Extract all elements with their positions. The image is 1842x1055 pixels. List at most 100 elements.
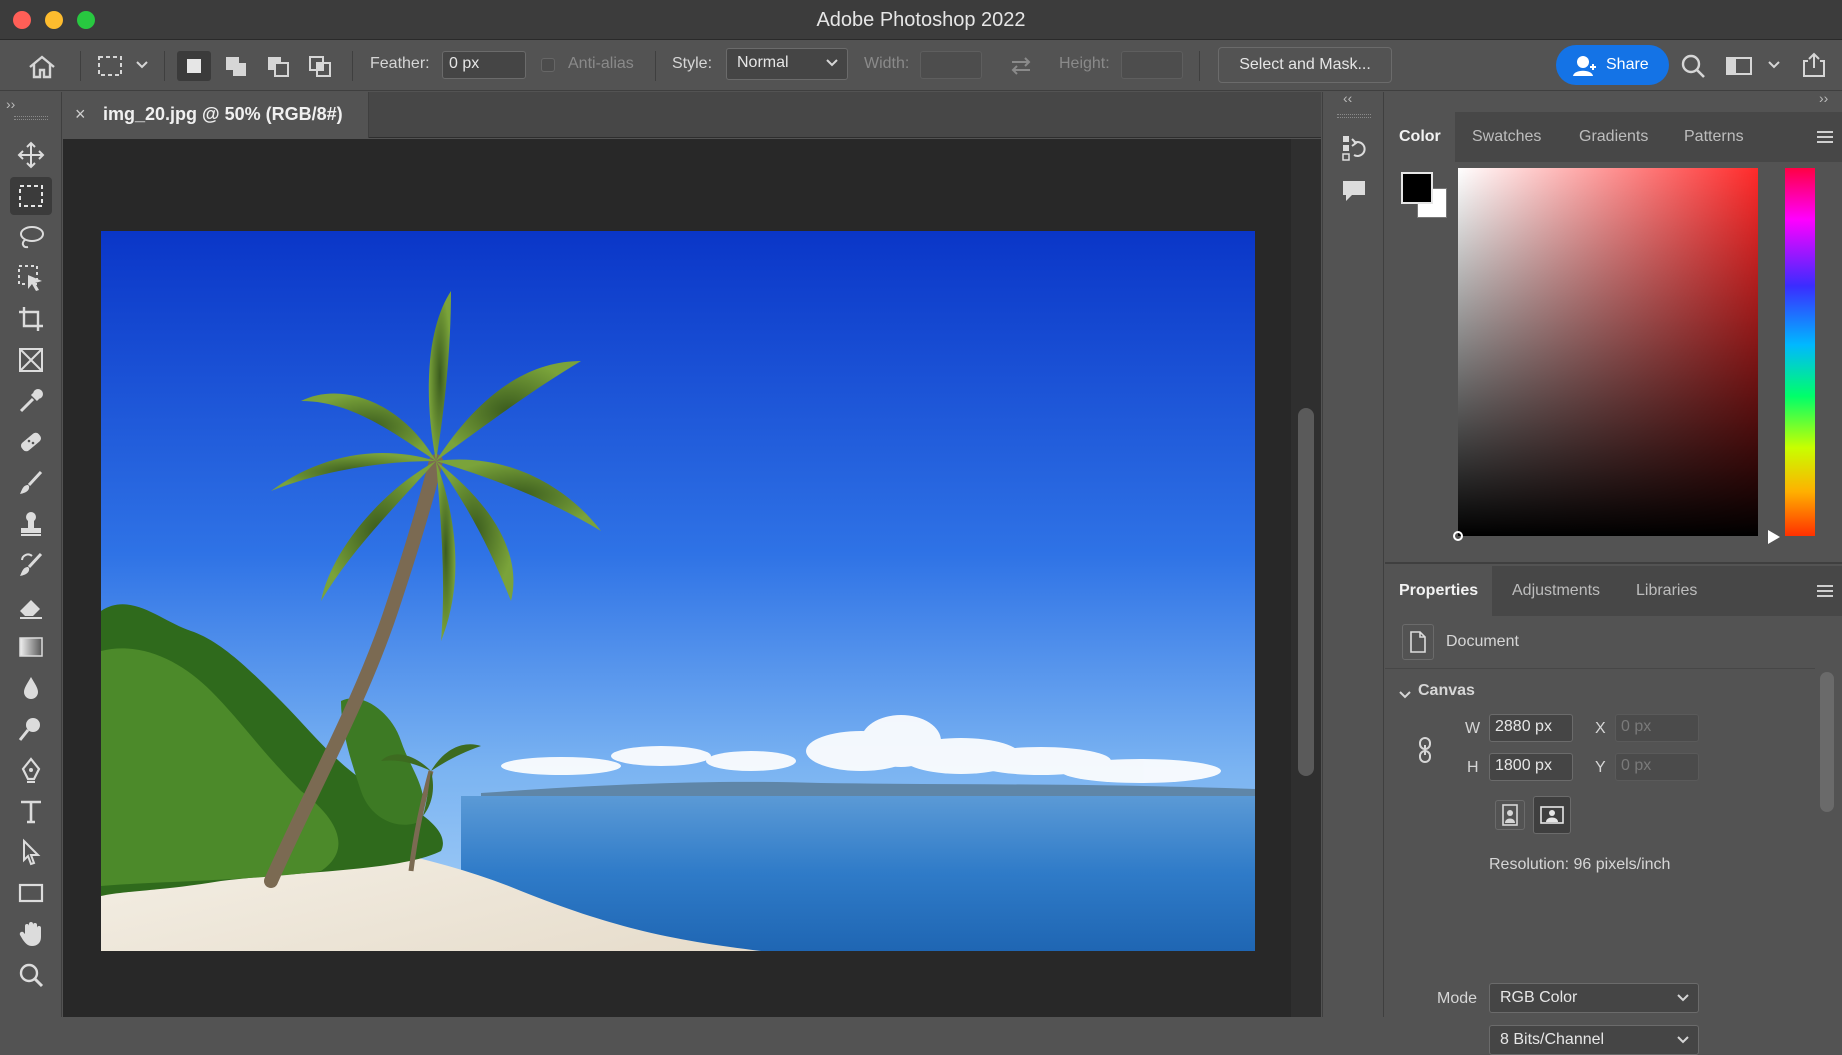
hue-slider-pointer[interactable] [1768,530,1780,544]
chevron-down-icon [1677,1036,1689,1044]
tab-adjustments[interactable]: Adjustments [1498,566,1614,616]
canvas-width-input[interactable]: 2880 px [1489,714,1573,742]
frame-tool-icon[interactable] [10,341,52,379]
panel-menu-icon[interactable] [1815,130,1835,144]
clone-stamp-tool-icon[interactable] [10,505,52,543]
tab-gradients[interactable]: Gradients [1565,112,1662,162]
chevron-down-icon [1677,994,1689,1002]
marquee-preset-icon[interactable] [96,53,124,79]
document-image[interactable] [101,231,1255,951]
color-picker-field[interactable] [1453,168,1758,541]
x-field-label: X [1595,720,1606,737]
hue-slider[interactable] [1785,168,1815,536]
expand-toolbar-icon[interactable]: ›› [6,96,15,112]
color-swatches [1401,172,1449,220]
bit-depth-select[interactable]: 8 Bits/Channel [1489,1025,1699,1055]
tab-patterns[interactable]: Patterns [1670,112,1758,162]
lasso-tool-icon[interactable] [10,218,52,256]
chevron-down-icon[interactable] [1766,57,1782,73]
separator [80,51,81,81]
canvas-height-input[interactable]: 1800 px [1489,753,1573,781]
zoom-tool-icon[interactable] [10,956,52,994]
collapse-dock-icon[interactable]: ‹‹ [1343,90,1352,106]
gradient-tool-icon[interactable] [10,628,52,666]
subtract-from-selection-button[interactable] [261,51,295,81]
dock-grip[interactable] [1337,114,1371,118]
tab-swatches[interactable]: Swatches [1458,112,1555,162]
portrait-orientation-button[interactable] [1495,800,1525,830]
feather-input[interactable]: 0 px [442,51,526,79]
close-icon[interactable]: × [75,105,93,123]
beach-photo [101,231,1255,951]
foreground-color-swatch[interactable] [1401,172,1433,204]
section-divider [1385,668,1815,669]
chevron-down-icon[interactable] [1397,687,1413,703]
document-tab[interactable]: × img_20.jpg @ 50% (RGB/8#) [63,92,369,138]
tab-color[interactable]: Color [1385,112,1455,162]
eyedropper-tool-icon[interactable] [10,382,52,420]
object-selection-tool-icon[interactable] [10,259,52,297]
panel-menu-icon[interactable] [1815,584,1835,598]
path-selection-tool-icon[interactable] [10,833,52,871]
pen-tool-icon[interactable] [10,751,52,789]
workspace-icon[interactable] [1724,53,1754,79]
color-field-cursor[interactable] [1453,531,1463,541]
hand-tool-icon[interactable] [10,915,52,953]
type-tool-icon[interactable] [10,792,52,830]
healing-brush-tool-icon[interactable] [10,423,52,461]
export-icon[interactable] [1798,50,1830,80]
select-and-mask-button[interactable]: Select and Mask... [1218,47,1392,83]
share-user-icon [1573,56,1596,76]
rectangle-tool-icon[interactable] [10,874,52,912]
collapsed-panel-dock: ‹‹ [1322,90,1384,1017]
height-field-label: H [1467,759,1479,776]
style-select-value: Normal [737,54,789,71]
crop-tool-icon[interactable] [10,300,52,338]
brush-tool-icon[interactable] [10,464,52,502]
canvas-section-title: Canvas [1418,682,1475,699]
history-panel-icon[interactable] [1337,130,1371,164]
new-selection-button[interactable] [177,51,211,81]
intersect-selection-button[interactable] [303,51,337,81]
width-input[interactable] [920,51,982,79]
link-icon[interactable] [1415,732,1435,768]
separator [164,51,165,81]
tab-properties[interactable]: Properties [1385,566,1493,616]
canvas-x-input[interactable]: 0 px [1615,714,1699,742]
right-panel-dock: ›› Color Swatches Gradients Patterns Pro… [1385,90,1842,1055]
move-tool-icon[interactable] [10,136,52,174]
share-button[interactable]: Share [1556,45,1669,85]
anti-alias-label: Anti-alias [568,55,634,72]
toolbar-grip[interactable] [14,116,48,120]
panel-divider [1385,562,1842,564]
chevron-down-icon[interactable] [134,57,150,73]
document-tab-bar: × img_20.jpg @ 50% (RGB/8#) [63,92,1321,138]
canvas-y-input[interactable]: 0 px [1615,753,1699,781]
separator [1199,51,1200,81]
landscape-orientation-button[interactable] [1533,796,1571,834]
document-tab-label: img_20.jpg @ 50% (RGB/8#) [103,104,343,124]
style-select[interactable]: Normal [726,48,848,80]
y-field-label: Y [1595,759,1606,776]
style-label: Style: [672,55,713,72]
search-icon[interactable] [1678,51,1708,81]
home-icon[interactable] [26,53,58,81]
blur-tool-icon[interactable] [10,669,52,707]
history-brush-tool-icon[interactable] [10,546,52,584]
document-icon [1402,624,1434,660]
eraser-tool-icon[interactable] [10,587,52,625]
height-input[interactable] [1121,51,1183,79]
comments-panel-icon[interactable] [1337,174,1371,208]
tab-libraries[interactable]: Libraries [1622,566,1711,616]
tools-panel: ›› [0,92,62,1017]
canvas-scrollbar-thumb[interactable] [1298,408,1314,776]
anti-alias-checkbox[interactable] [541,58,555,72]
properties-scrollbar-thumb[interactable] [1820,672,1834,812]
collapse-right-dock-icon[interactable]: ›› [1819,90,1828,106]
dodge-tool-icon[interactable] [10,710,52,748]
rectangular-marquee-tool-icon[interactable] [10,177,52,215]
mode-select[interactable]: RGB Color [1489,983,1699,1013]
add-to-selection-button[interactable] [219,51,253,81]
swap-width-height-icon[interactable] [1006,53,1036,79]
options-bar: Feather: 0 px Anti-alias Style: Normal W… [0,41,1842,91]
